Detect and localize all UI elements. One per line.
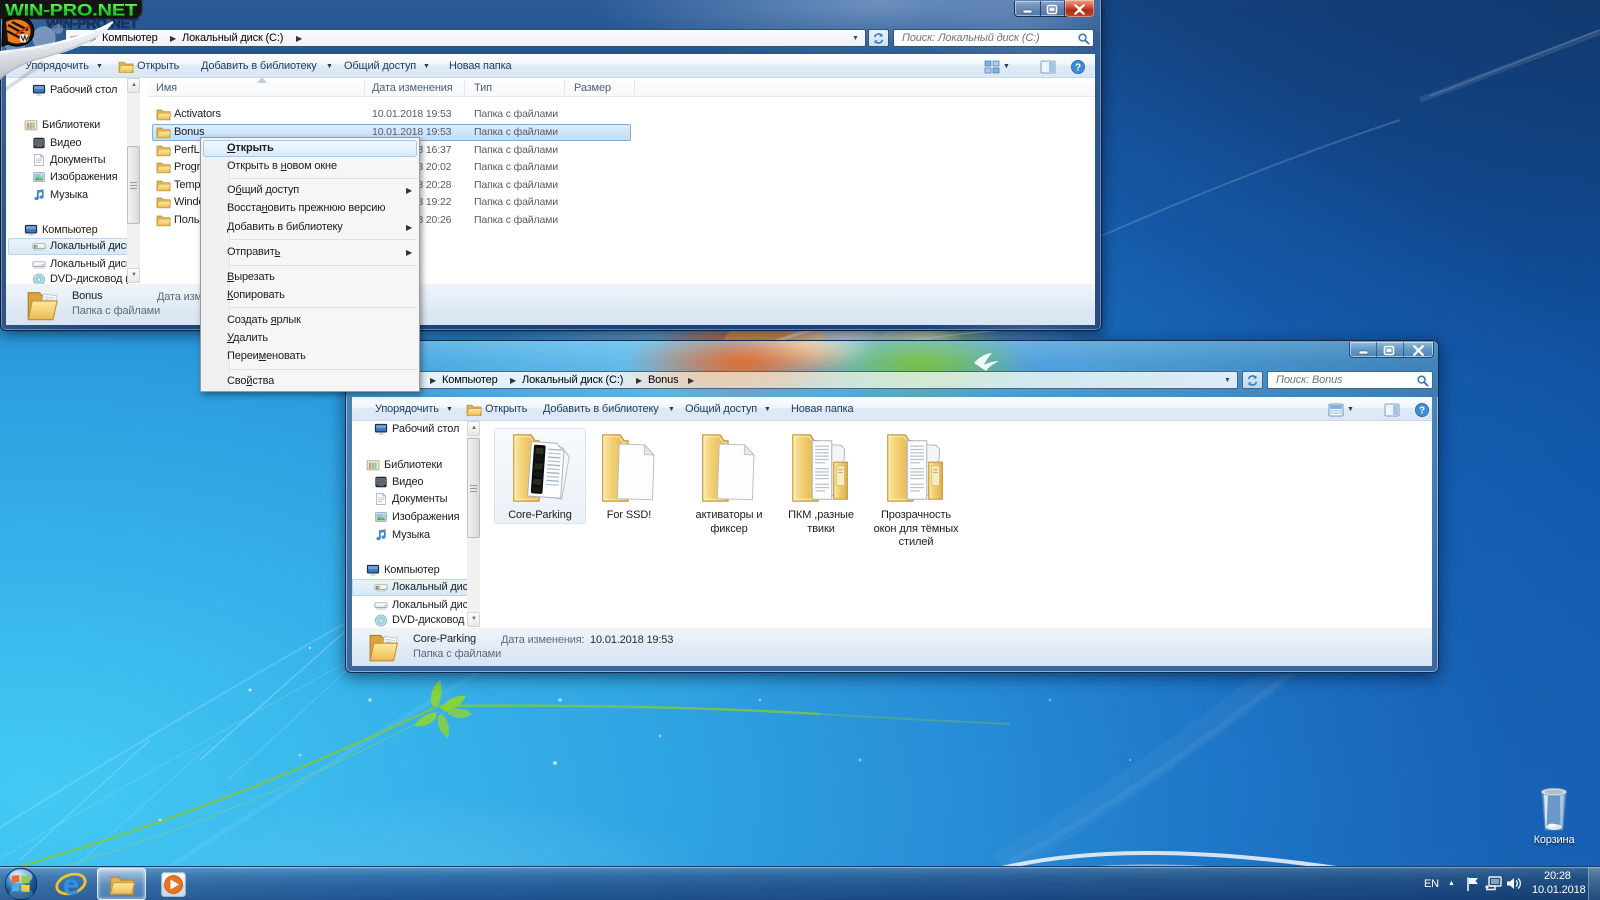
svg-text:WIN-PRO.NET: WIN-PRO.NET [5,2,137,20]
svg-text:e: e [63,870,79,900]
svg-text:?: ? [1075,62,1081,73]
svg-text:?: ? [1419,405,1425,416]
